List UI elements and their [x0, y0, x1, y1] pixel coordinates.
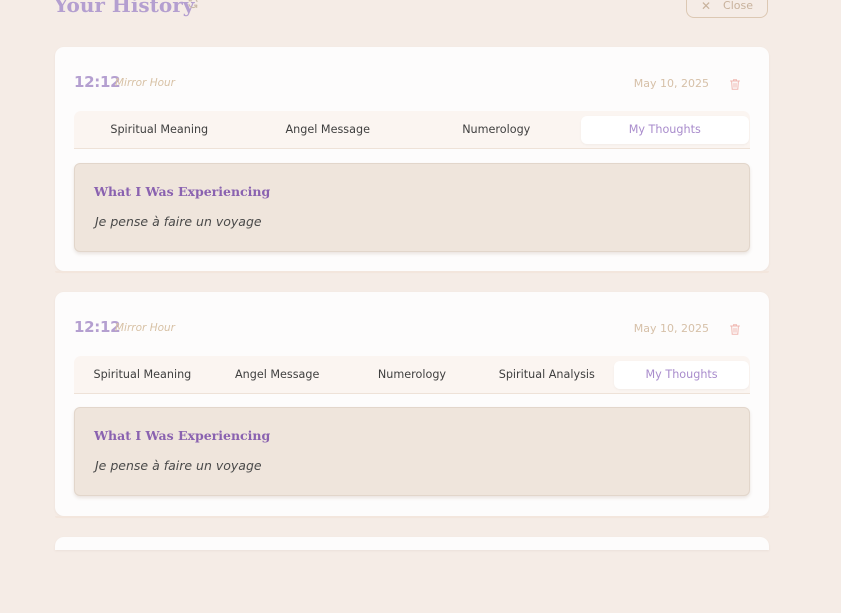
thoughts-text: Je pense à faire un voyage	[95, 458, 262, 473]
entry-kind: Mirror Hour	[115, 77, 175, 89]
tab-angel-message[interactable]: Angel Message	[210, 361, 345, 389]
thoughts-title: What I Was Experiencing	[94, 428, 271, 443]
trash-icon[interactable]	[729, 321, 741, 335]
entry-tabs: Spiritual Meaning Angel Message Numerolo…	[74, 111, 750, 149]
entry-header: 12:12 Mirror Hour May 10, 2025	[74, 318, 769, 338]
history-entry: 12:12 Mirror Hour May 10, 2025 Spiritual…	[55, 47, 769, 273]
tab-spiritual-meaning[interactable]: Spiritual Meaning	[75, 361, 210, 389]
history-page: Your History ✕ Close 12:12 Mirror Hour M…	[0, 0, 841, 613]
entry-time: 12:12	[74, 73, 121, 91]
tab-numerology[interactable]: Numerology	[412, 116, 581, 144]
thoughts-text: Je pense à faire un voyage	[95, 214, 262, 229]
entry-time: 12:12	[74, 318, 121, 336]
tab-my-thoughts[interactable]: My Thoughts	[580, 115, 749, 144]
card-divider	[55, 271, 769, 273]
entry-header: 12:12 Mirror Hour May 10, 2025	[74, 73, 769, 93]
tab-my-thoughts[interactable]: My Thoughts	[614, 360, 749, 389]
entry-date: May 10, 2025	[633, 322, 709, 335]
card-divider	[55, 516, 769, 518]
thoughts-title: What I Was Experiencing	[94, 184, 271, 199]
thoughts-panel: What I Was Experiencing Je pense à faire…	[74, 163, 750, 252]
entry-kind: Mirror Hour	[115, 322, 175, 334]
trash-icon[interactable]	[729, 76, 741, 90]
refresh-icon[interactable]	[186, 0, 200, 10]
entry-date: May 10, 2025	[633, 77, 709, 90]
tab-numerology[interactable]: Numerology	[345, 361, 480, 389]
history-entry: 12:12 Mirror Hour May 10, 2025 Spiritual…	[55, 292, 769, 518]
tab-spiritual-analysis[interactable]: Spiritual Analysis	[479, 361, 614, 389]
tab-angel-message[interactable]: Angel Message	[244, 116, 413, 144]
entry-tabs: Spiritual Meaning Angel Message Numerolo…	[74, 356, 750, 394]
close-button[interactable]: ✕ Close	[686, 0, 768, 18]
close-button-label: Close	[723, 0, 754, 12]
close-icon: ✕	[700, 0, 712, 13]
page-title: Your History	[54, 0, 195, 17]
tab-spiritual-meaning[interactable]: Spiritual Meaning	[75, 116, 244, 144]
history-entry	[55, 537, 769, 550]
thoughts-panel: What I Was Experiencing Je pense à faire…	[74, 407, 750, 496]
